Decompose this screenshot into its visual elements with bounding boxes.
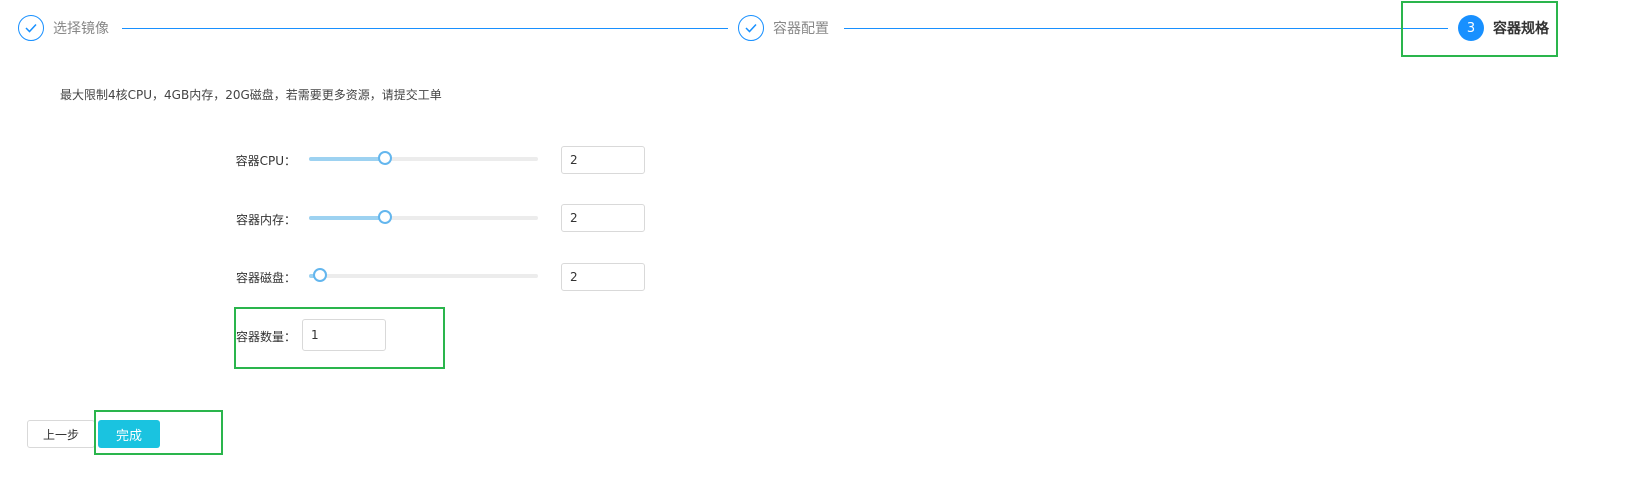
step-title: 选择镜像: [53, 21, 109, 37]
step-title: 容器配置: [773, 21, 829, 37]
step-select-image: 选择镜像: [18, 13, 109, 43]
check-icon: [738, 15, 764, 41]
disk-label: 容器磁盘：: [235, 271, 296, 285]
memory-label: 容器内存：: [235, 213, 296, 227]
memory-slider[interactable]: [309, 210, 538, 224]
prev-step-button[interactable]: 上一步: [27, 420, 95, 448]
disk-slider[interactable]: [309, 268, 538, 282]
disk-input[interactable]: [561, 263, 645, 291]
slider-handle[interactable]: [313, 268, 327, 282]
step-container-config: 容器配置: [738, 13, 829, 43]
check-icon: [18, 15, 44, 41]
cpu-label: 容器CPU：: [235, 154, 296, 168]
cpu-slider[interactable]: [309, 151, 538, 165]
slider-handle[interactable]: [378, 210, 392, 224]
slider-fill: [309, 157, 385, 161]
slider-handle[interactable]: [378, 151, 392, 165]
highlight-box: [94, 410, 223, 455]
step-connector: [122, 28, 728, 29]
highlight-box: [234, 307, 445, 369]
resource-limit-info: 最大限制4核CPU，4GB内存，20G磁盘，若需要更多资源，请提交工单: [60, 88, 442, 102]
highlight-box: [1401, 1, 1558, 57]
step-connector: [844, 28, 1448, 29]
slider-fill: [309, 216, 385, 220]
memory-input[interactable]: [561, 204, 645, 232]
cpu-input[interactable]: [561, 146, 645, 174]
create-container-page: 选择镜像 容器配置 3 容器规格 最大限制4核CPU，4GB内存，20G磁盘，若…: [0, 0, 1648, 485]
